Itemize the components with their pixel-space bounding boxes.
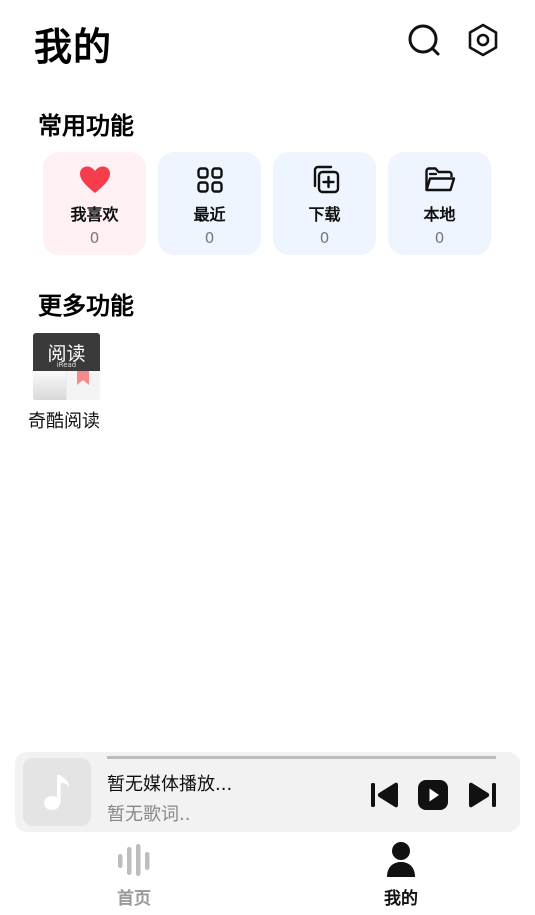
skip-previous-icon bbox=[371, 782, 398, 808]
tab-mine[interactable]: 我的 bbox=[341, 840, 461, 909]
person-icon bbox=[382, 840, 420, 880]
app-icon-subtitle: iRead bbox=[56, 361, 77, 369]
qiku-read-app[interactable]: 阅读 iRead 奇酷阅读 bbox=[26, 333, 110, 433]
local-card[interactable]: 本地 0 bbox=[388, 152, 491, 255]
more-functions-title: 更多功能 bbox=[38, 292, 134, 320]
tab-home-label: 首页 bbox=[117, 889, 151, 909]
tab-mine-label: 我的 bbox=[384, 889, 418, 909]
favorites-count: 0 bbox=[89, 229, 100, 247]
equalizer-icon bbox=[115, 840, 153, 880]
recent-label: 最近 bbox=[193, 205, 226, 224]
search-button[interactable] bbox=[406, 22, 442, 58]
previous-button[interactable] bbox=[369, 779, 401, 811]
favorites-label: 我喜欢 bbox=[70, 205, 119, 224]
search-icon bbox=[408, 24, 440, 56]
album-cover[interactable] bbox=[23, 758, 91, 826]
gear-icon bbox=[468, 23, 498, 57]
skip-next-icon bbox=[469, 782, 496, 808]
book-page-left bbox=[33, 371, 66, 400]
progress-track bbox=[107, 756, 496, 759]
bottom-tab-bar: 首页 我的 bbox=[0, 840, 535, 915]
download-label: 下载 bbox=[308, 205, 341, 224]
download-copy-icon bbox=[309, 164, 341, 196]
tab-home[interactable]: 首页 bbox=[74, 840, 194, 909]
app-name: 奇酷阅读 bbox=[28, 411, 100, 432]
playback-progress[interactable] bbox=[107, 756, 496, 759]
page-title: 我的 bbox=[34, 25, 113, 69]
favorites-card[interactable]: 我喜欢 0 bbox=[43, 152, 146, 255]
download-card[interactable]: 下载 0 bbox=[273, 152, 376, 255]
grid-icon bbox=[194, 164, 226, 196]
header: 我的 bbox=[0, 0, 535, 84]
lyric-text: 暂无歌词.. bbox=[107, 804, 191, 825]
mini-player[interactable]: 暂无媒体播放... 暂无歌词.. bbox=[15, 752, 520, 832]
local-label: 本地 bbox=[423, 205, 456, 224]
local-count: 0 bbox=[434, 229, 445, 247]
song-title: 暂无媒体播放... bbox=[107, 774, 233, 795]
settings-button[interactable] bbox=[465, 22, 501, 58]
download-count: 0 bbox=[319, 229, 330, 247]
play-button[interactable] bbox=[417, 779, 449, 811]
recent-card[interactable]: 最近 0 bbox=[158, 152, 261, 255]
folder-icon bbox=[424, 164, 456, 196]
book-icon: 阅读 iRead bbox=[33, 333, 100, 400]
heart-icon bbox=[79, 164, 111, 196]
common-functions-title: 常用功能 bbox=[38, 112, 134, 140]
common-functions-grid: 我喜欢 0 最近 0 下载 0 本地 0 bbox=[43, 152, 491, 255]
next-button[interactable] bbox=[466, 779, 498, 811]
music-note-icon bbox=[44, 775, 69, 810]
recent-count: 0 bbox=[204, 229, 215, 247]
play-icon bbox=[418, 780, 448, 810]
